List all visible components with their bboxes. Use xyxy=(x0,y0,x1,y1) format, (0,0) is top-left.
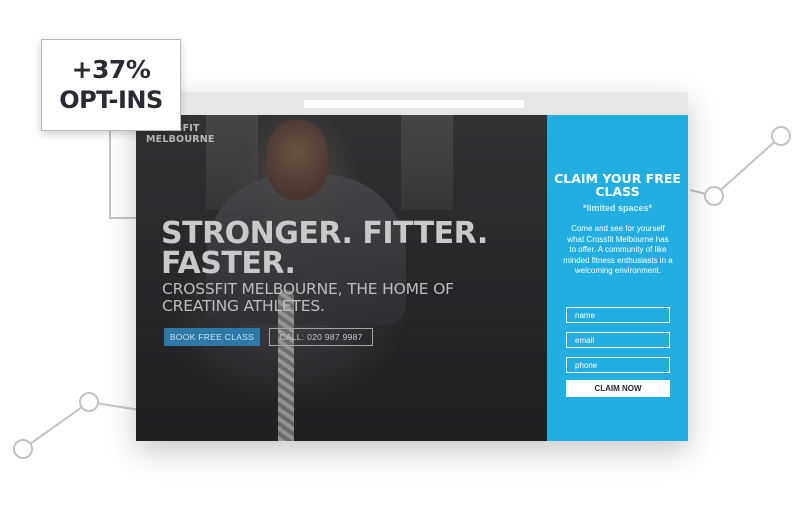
signup-form-panel: CLAIM YOUR FREE CLASS *limited spaces* C… xyxy=(547,115,688,441)
hero-headline: STRONGER. FITTER. FASTER. xyxy=(161,216,488,281)
graph-line-left xyxy=(22,400,141,450)
graph-node xyxy=(79,392,99,412)
address-bar xyxy=(304,100,524,108)
optins-percent: +37% xyxy=(71,55,151,84)
browser-mockup: CROSSFIT MELBOURNE STRONGER. FITTER. FAS… xyxy=(136,92,688,441)
graph-node xyxy=(13,439,33,459)
graph-node xyxy=(704,186,724,206)
book-free-class-button[interactable]: BOOK FREE CLASS xyxy=(164,328,260,346)
form-description: Come and see for yourself what Crossfit … xyxy=(563,224,673,275)
graph-node xyxy=(771,126,791,146)
form-title: CLAIM YOUR FREE CLASS xyxy=(554,171,681,199)
call-button[interactable]: CALL: 020 987 9987 xyxy=(269,328,373,346)
phone-field[interactable] xyxy=(566,357,670,373)
claim-now-button[interactable]: CLAIM NOW xyxy=(566,380,670,397)
hero-section: CROSSFIT MELBOURNE STRONGER. FITTER. FAS… xyxy=(136,115,547,441)
email-field[interactable] xyxy=(566,332,670,348)
logo-line-2: MELBOURNE xyxy=(146,134,215,145)
name-field[interactable] xyxy=(566,307,670,323)
form-subtitle: *limited spaces* xyxy=(582,203,653,213)
hero-subline: CROSSFIT MELBOURNE, THE HOME OF CREATING… xyxy=(162,280,454,315)
graph-line-right xyxy=(689,135,782,198)
optins-label: OPT-INS xyxy=(59,86,163,114)
optins-stat-badge: +37% OPT-INS xyxy=(41,39,181,131)
